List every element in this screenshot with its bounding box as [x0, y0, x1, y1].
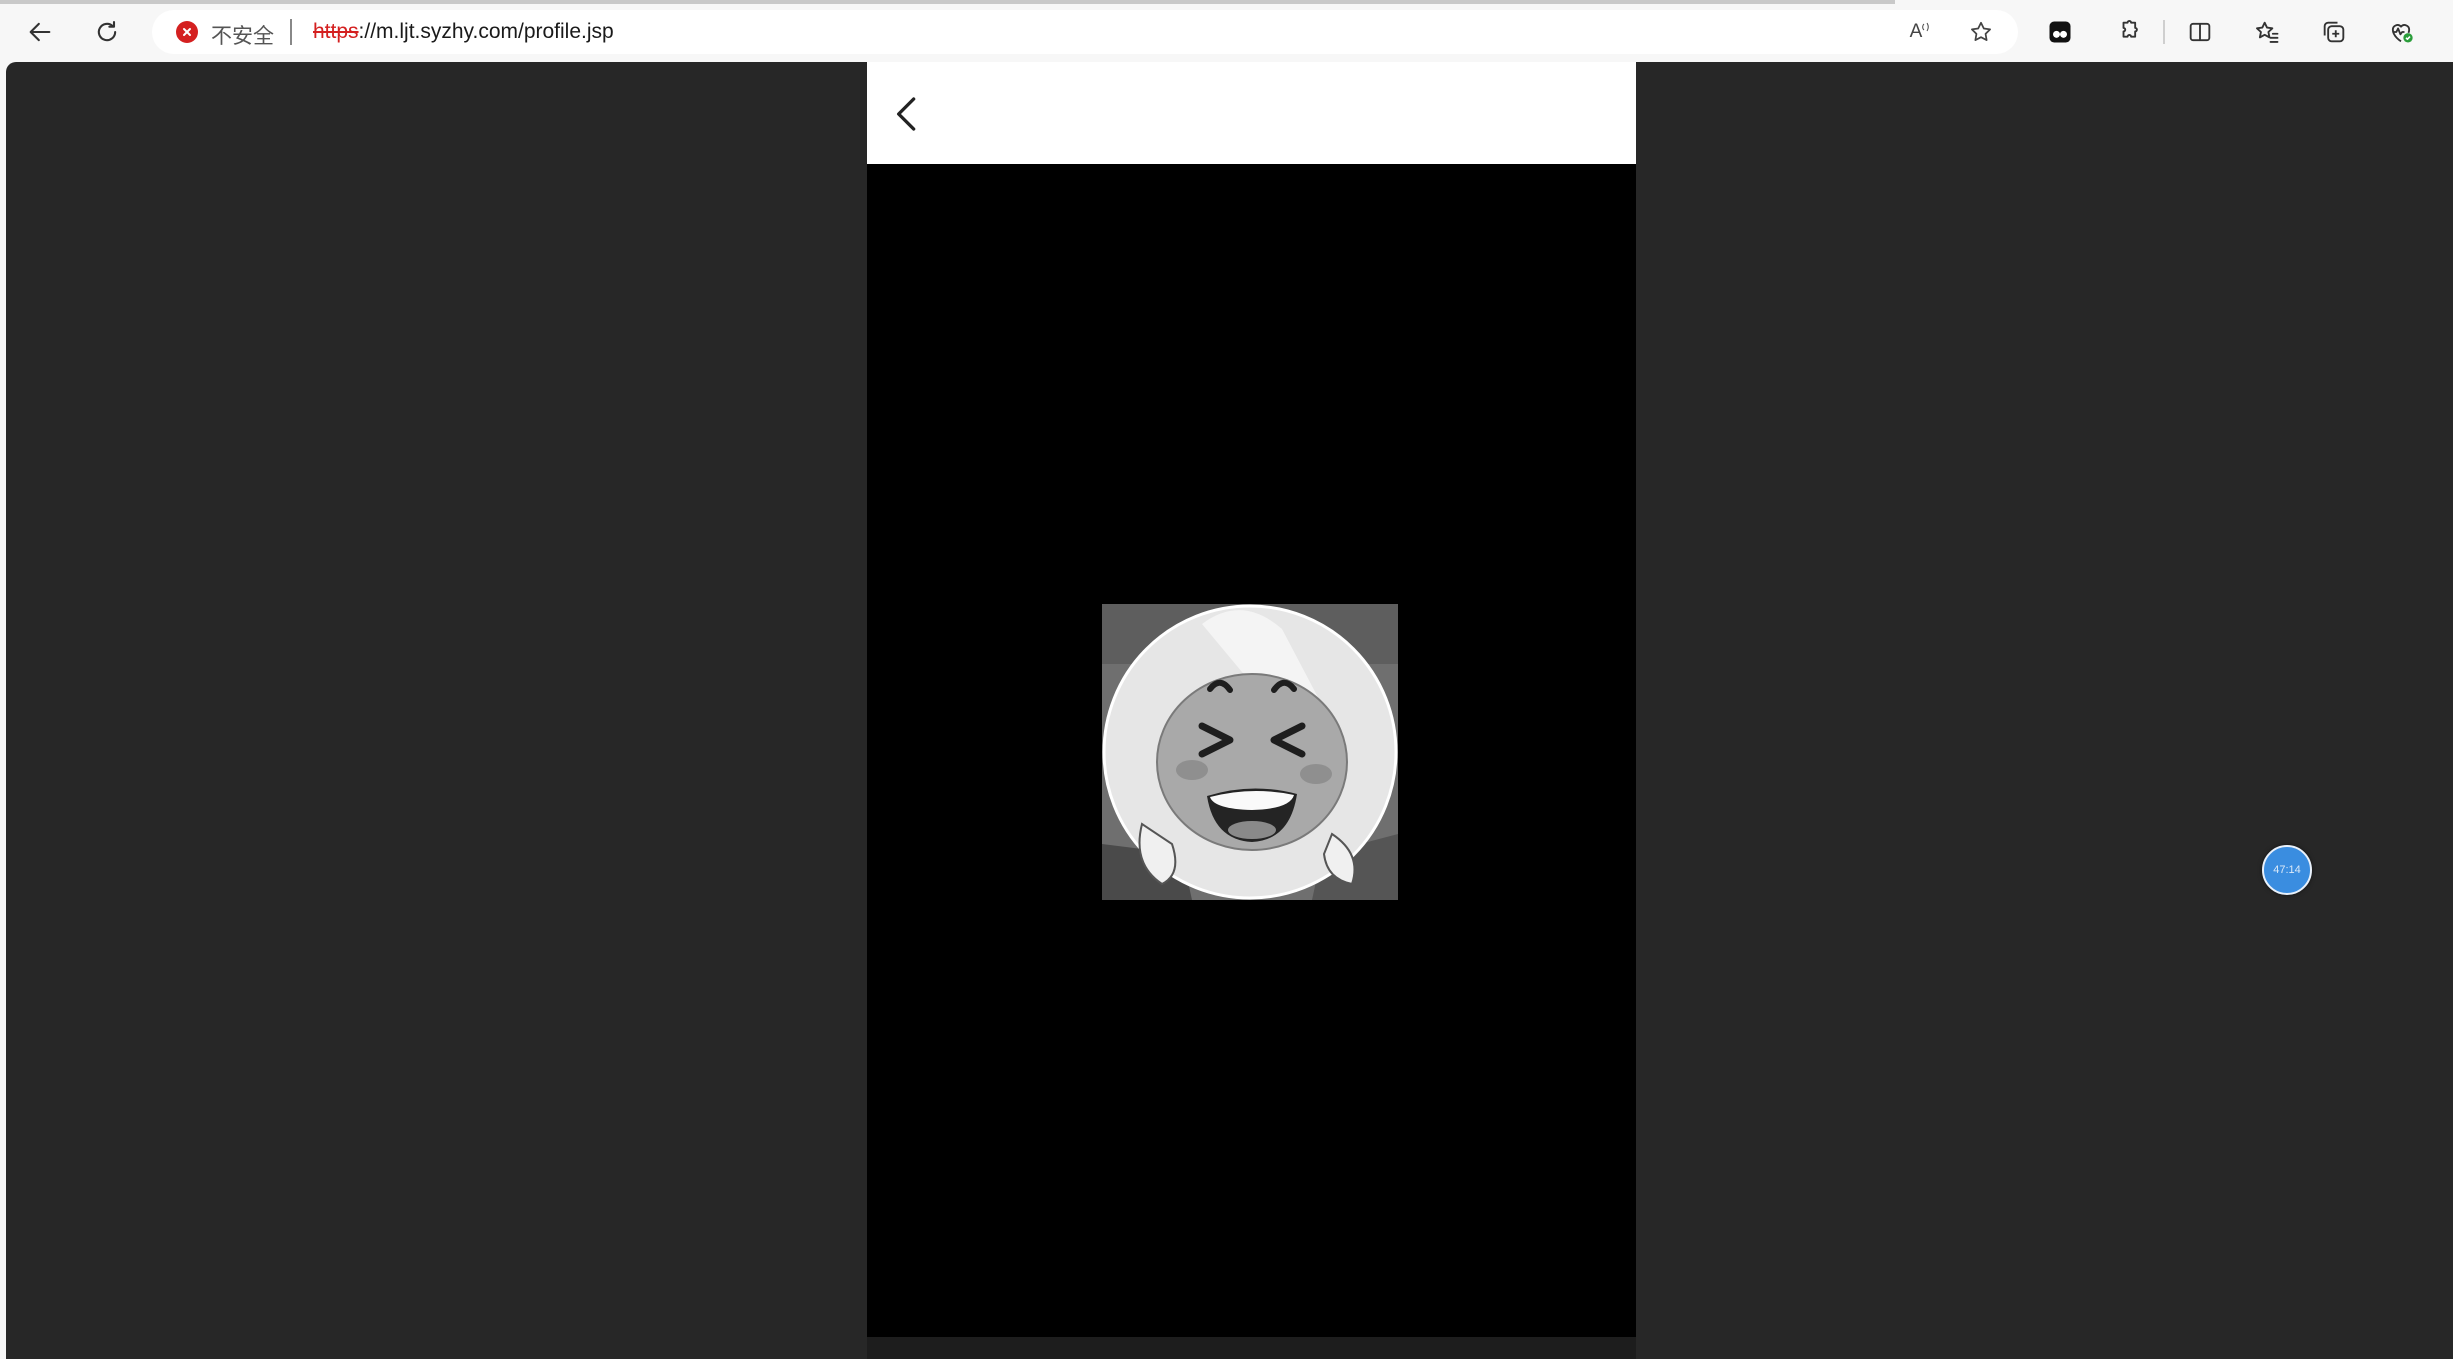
collections-icon	[2323, 21, 2345, 43]
laughing-face-avatar	[1102, 604, 1398, 900]
favorite-button[interactable]	[1967, 18, 1995, 46]
mobile-page-frame	[867, 62, 1636, 1359]
address-divider	[290, 19, 292, 45]
not-secure-icon[interactable]	[176, 21, 198, 43]
url-text[interactable]: https://m.ljt.syzhy.com/profile.jsp	[313, 20, 614, 44]
favorites-button[interactable]	[2247, 12, 2287, 52]
extensions-button[interactable]	[2107, 12, 2147, 52]
heart-pulse-icon	[2391, 24, 2413, 43]
favorites-icon	[2256, 21, 2279, 43]
browser-essentials-button[interactable]	[2381, 12, 2421, 52]
address-bar[interactable]: 不安全 https://m.ljt.syzhy.com/profile.jsp …	[152, 10, 2018, 54]
security-status-label[interactable]: 不安全	[211, 20, 274, 50]
page-header	[867, 62, 1636, 164]
loading-progress-bar	[0, 0, 1895, 4]
page-viewport: 47:14	[6, 62, 2453, 1359]
read-aloud-button[interactable]: A	[1907, 18, 1935, 46]
chevron-left-icon	[897, 97, 916, 131]
split-screen-icon	[2189, 22, 2211, 42]
puzzle-icon	[2122, 20, 2138, 38]
extension-app-button[interactable]	[2040, 12, 2080, 52]
browser-toolbar: 不安全 https://m.ljt.syzhy.com/profile.jsp …	[0, 0, 2453, 62]
read-aloud-icon: A	[1909, 21, 1923, 42]
url-scheme: https	[313, 20, 359, 43]
extension-app-icon	[2049, 21, 2071, 43]
split-screen-button[interactable]	[2180, 12, 2220, 52]
refresh-icon	[97, 21, 117, 42]
arrow-left-icon	[29, 22, 51, 42]
page-bottom-edge	[867, 1337, 1636, 1359]
page-back-button[interactable]	[885, 92, 929, 136]
back-button[interactable]	[20, 12, 60, 52]
toolbar-divider	[2163, 20, 2165, 44]
floating-timer-button[interactable]: 47:14	[2262, 845, 2312, 895]
profile-avatar-preview[interactable]	[1102, 604, 1398, 900]
url-path: ://m.ljt.syzhy.com/profile.jsp	[358, 20, 614, 43]
refresh-button[interactable]	[87, 12, 127, 52]
collections-button[interactable]	[2314, 12, 2354, 52]
star-icon	[1971, 21, 1991, 41]
